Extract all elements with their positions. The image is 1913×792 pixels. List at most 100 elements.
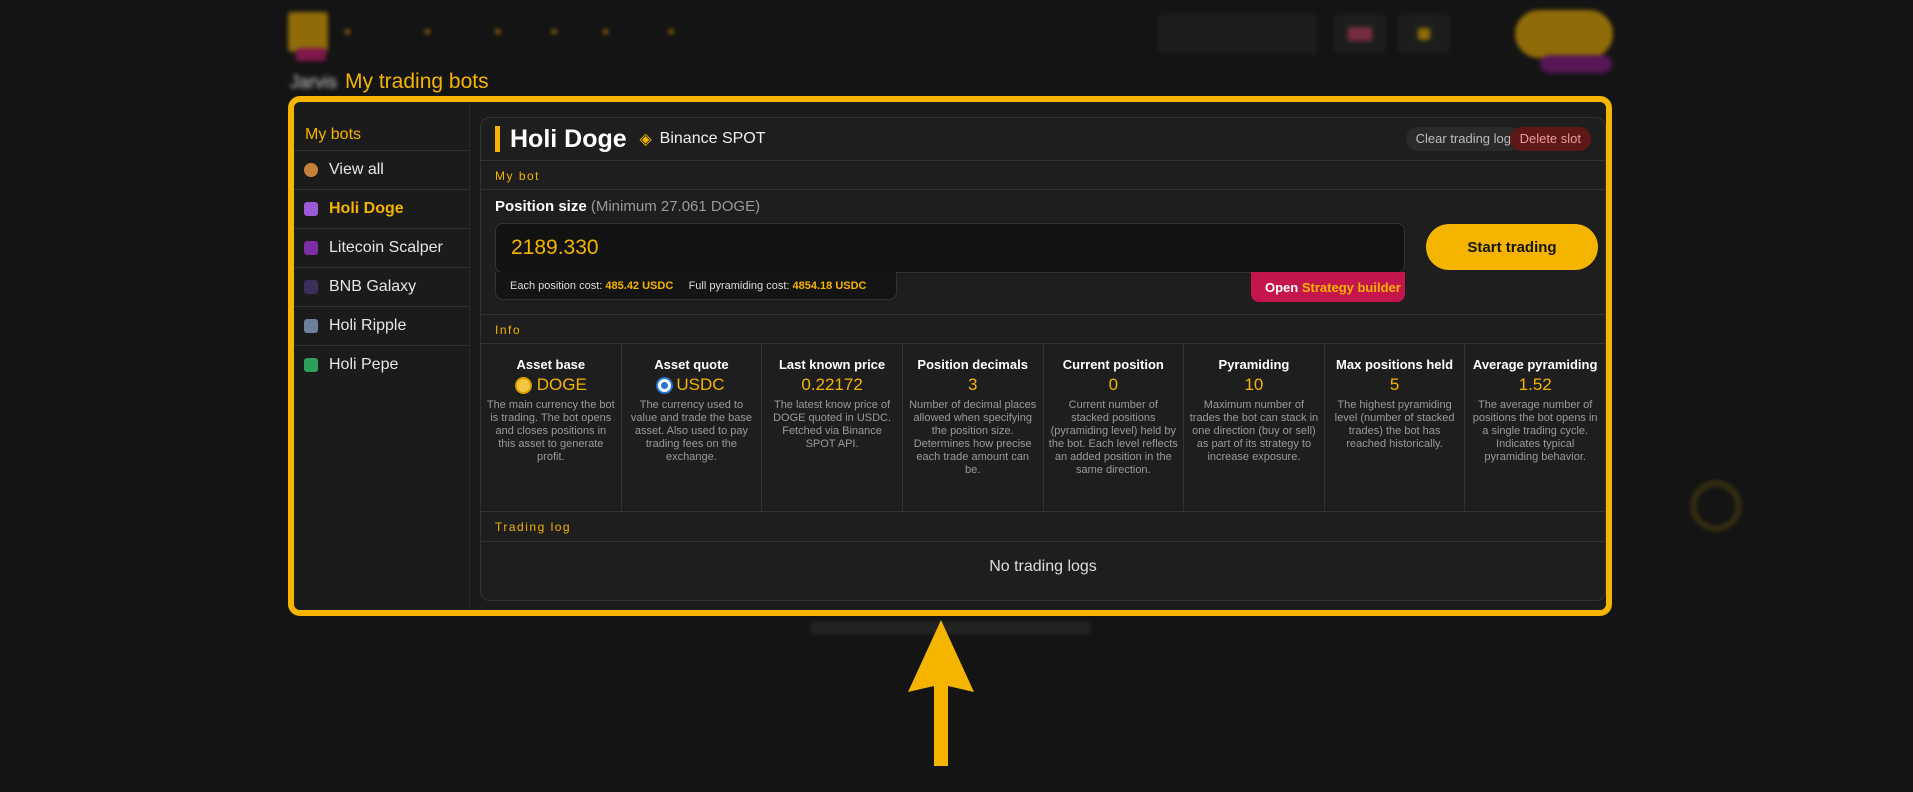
each-cost-label: Each position cost: xyxy=(510,280,603,292)
info-pyramiding: Pyramiding 10 Maximum number of trades t… xyxy=(1184,344,1325,511)
delete-slot-button[interactable]: Delete slot xyxy=(1509,127,1591,151)
settings-icon[interactable] xyxy=(1398,14,1450,54)
nav-item[interactable] xyxy=(550,20,580,40)
bot-details: Holi Doge ◈ Binance SPOT Clear trading l… xyxy=(480,117,1606,601)
sidebar-heading: My bots xyxy=(305,126,362,143)
bot-avatar-icon xyxy=(304,358,318,372)
background-decoration xyxy=(1690,480,1742,532)
info-average-pyramiding: Average pyramiding 1.52 The average numb… xyxy=(1465,344,1605,511)
info-value: DOGE xyxy=(536,375,587,394)
top-navigation xyxy=(0,0,1913,73)
info-value: 5 xyxy=(1389,375,1400,394)
trading-log-empty: No trading logs xyxy=(989,558,1097,575)
accent-bar xyxy=(495,126,500,152)
search-input[interactable] xyxy=(1158,14,1318,54)
sidebar-item-view-all[interactable]: View all xyxy=(294,150,469,189)
sidebar-item-label: Holi Doge xyxy=(329,200,404,217)
sidebar-item-label: Holi Ripple xyxy=(329,317,407,334)
info-title: Last known price xyxy=(778,357,886,372)
sidebar-item-holi-pepe[interactable]: Holi Pepe xyxy=(294,345,469,384)
info-title: Asset quote xyxy=(654,357,729,372)
info-title: Pyramiding xyxy=(1218,357,1290,372)
info-description: Maximum number of trades the bot can sta… xyxy=(1189,399,1319,463)
position-size-area: Position size (Minimum 27.061 DOGE) 2189… xyxy=(481,190,1605,314)
info-max-positions-held: Max positions held 5 The highest pyramid… xyxy=(1325,344,1466,511)
open-strategy-builder-button[interactable]: Open Strategy builder xyxy=(1251,272,1405,302)
info-description: Current number of stacked positions (pyr… xyxy=(1048,399,1178,476)
bot-avatar-icon xyxy=(304,319,318,333)
binance-icon: ◈ xyxy=(639,131,652,148)
nav-item[interactable] xyxy=(668,20,693,40)
info-title: Position decimals xyxy=(917,357,1028,372)
position-minimum: (Minimum 27.061 DOGE) xyxy=(590,198,761,215)
info-title: Max positions held xyxy=(1336,357,1454,372)
logo[interactable] xyxy=(288,12,328,52)
section-trading-log: Trading log xyxy=(481,512,1605,542)
sidebar-item-label: View all xyxy=(329,161,384,178)
section-my-bot: My bot xyxy=(481,160,1605,190)
page-title: My trading bots xyxy=(345,70,489,93)
info-value: 10 xyxy=(1244,375,1264,394)
bots-sidebar: My bots View all Holi Doge Litecoin Scal… xyxy=(294,102,470,610)
info-asset-base: Asset base DOGE The main currency the bo… xyxy=(481,344,622,511)
position-size-title: Position size xyxy=(495,198,587,215)
info-position-decimals: Position decimals 3 Number of decimal pl… xyxy=(903,344,1044,511)
nav-item[interactable] xyxy=(424,20,472,40)
info-description: The highest pyramiding level (number of … xyxy=(1334,399,1455,450)
usdc-coin-icon xyxy=(658,378,672,392)
info-value: 0 xyxy=(1108,375,1119,394)
info-description: The latest know price of DOGE quoted in … xyxy=(773,399,892,450)
bot-header: Holi Doge ◈ Binance SPOT Clear trading l… xyxy=(481,118,1605,160)
bot-avatar-icon xyxy=(304,202,318,216)
bot-panel: My bots View all Holi Doge Litecoin Scal… xyxy=(288,96,1612,616)
info-value: 3 xyxy=(967,375,978,394)
info-title: Current position xyxy=(1062,357,1164,372)
bot-avatar-icon xyxy=(304,241,318,255)
nav-menu xyxy=(344,20,692,40)
info-current-position: Current position 0 Current number of sta… xyxy=(1044,344,1185,511)
section-info: Info xyxy=(481,314,1605,344)
language-flag-icon[interactable] xyxy=(1334,14,1386,54)
info-value-row: DOGE xyxy=(486,375,616,395)
exchange-label: Binance SPOT xyxy=(659,130,766,147)
full-cost-value: 4854.18 USDC xyxy=(792,280,867,292)
sidebar-item-litecoin-scalper[interactable]: Litecoin Scalper xyxy=(294,228,469,267)
nav-item[interactable] xyxy=(344,20,402,40)
sidebar-item-label: Holi Pepe xyxy=(329,356,399,373)
bot-avatar-icon xyxy=(304,280,318,294)
bot-name: Holi Doge xyxy=(510,124,627,153)
position-costs: Each position cost: 485.42 USDC Full pyr… xyxy=(495,272,897,300)
strategy-label: Strategy builder xyxy=(1301,280,1401,295)
sidebar-item-holi-doge[interactable]: Holi Doge xyxy=(294,189,469,228)
sidebar-item-holi-ripple[interactable]: Holi Ripple xyxy=(294,306,469,345)
full-cost-label: Full pyramiding cost: xyxy=(688,280,790,292)
account-badge xyxy=(1540,55,1612,73)
nav-item[interactable] xyxy=(494,20,528,40)
info-description: Number of decimal places allowed when sp… xyxy=(909,399,1037,476)
logo-badge xyxy=(296,48,326,61)
doge-coin-icon xyxy=(514,376,532,394)
info-description: The currency used to value and trade the… xyxy=(630,399,752,463)
position-size-label: Position size (Minimum 27.061 DOGE) xyxy=(495,198,760,215)
info-value: USDC xyxy=(676,375,725,394)
info-title: Average pyramiding xyxy=(1472,357,1598,372)
sidebar-item-bnb-galaxy[interactable]: BNB Galaxy xyxy=(294,267,469,306)
account-button[interactable] xyxy=(1515,10,1613,58)
info-value-row: USDC xyxy=(627,375,757,395)
nav-item[interactable] xyxy=(602,20,646,40)
info-description: The average number of positions the bot … xyxy=(1472,399,1598,463)
info-description: The main currency the bot is trading. Th… xyxy=(486,399,615,463)
sidebar-item-label: Litecoin Scalper xyxy=(329,239,443,256)
info-value: 1.52 xyxy=(1518,375,1552,394)
info-title: Asset base xyxy=(516,357,586,372)
info-asset-quote: Asset quote USDC The currency used to va… xyxy=(622,344,763,511)
strategy-prefix: Open xyxy=(1265,280,1299,295)
breadcrumb[interactable]: Jarvis xyxy=(290,72,337,93)
position-size-input[interactable]: 2189.330 xyxy=(495,223,1405,273)
info-grid: Asset base DOGE The main currency the bo… xyxy=(481,344,1605,512)
start-trading-button[interactable]: Start trading xyxy=(1426,224,1598,270)
clear-trading-log-button[interactable]: Clear trading log xyxy=(1405,127,1521,151)
info-value: 0.22172 xyxy=(801,375,863,394)
each-cost-value: 485.42 USDC xyxy=(605,280,674,292)
sidebar-item-label: BNB Galaxy xyxy=(329,278,417,295)
